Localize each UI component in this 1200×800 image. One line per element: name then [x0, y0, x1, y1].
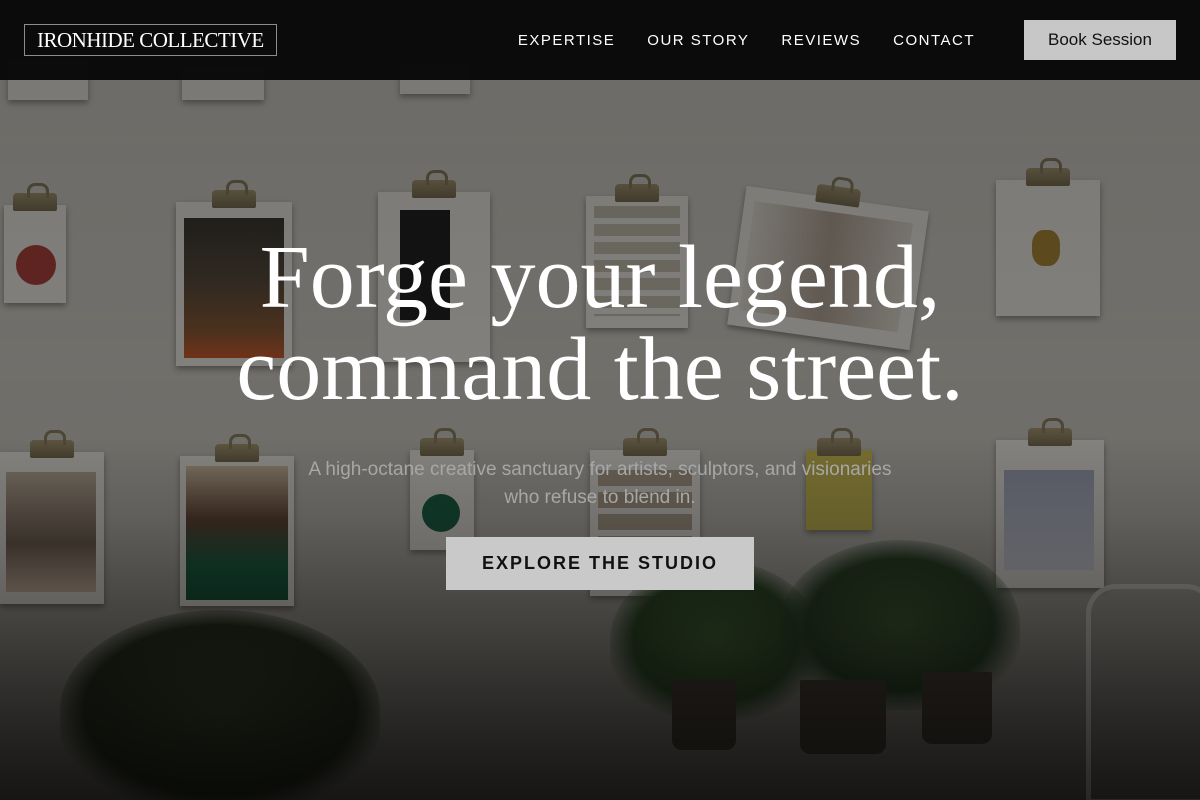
nav-link-reviews[interactable]: REVIEWS: [781, 32, 861, 49]
main-nav: EXPERTISE OUR STORY REVIEWS CONTACT: [518, 32, 975, 49]
hero-headline: Forge your legend, command the street.: [0, 232, 1200, 416]
hero-headline-line-2: command the street.: [236, 320, 964, 419]
nav-link-our-story[interactable]: OUR STORY: [647, 32, 749, 49]
hero-headline-line-1: Forge your legend,: [259, 228, 941, 327]
book-session-button[interactable]: Book Session: [1024, 20, 1176, 60]
nav-link-contact[interactable]: CONTACT: [893, 32, 975, 49]
brand-logo[interactable]: IRONHIDE COLLECTIVE: [24, 24, 277, 56]
site-header: IRONHIDE COLLECTIVE EXPERTISE OUR STORY …: [0, 0, 1200, 80]
hero-subtitle: A high-octane creative sanctuary for art…: [250, 456, 950, 512]
hero-content: Forge your legend, command the street. A…: [0, 232, 1200, 590]
explore-studio-button[interactable]: EXPLORE THE STUDIO: [446, 537, 754, 590]
nav-link-expertise[interactable]: EXPERTISE: [518, 32, 615, 49]
hero-subtitle-line-2: who refuse to blend in.: [504, 487, 696, 508]
hero-subtitle-line-1: A high-octane creative sanctuary for art…: [308, 459, 892, 480]
